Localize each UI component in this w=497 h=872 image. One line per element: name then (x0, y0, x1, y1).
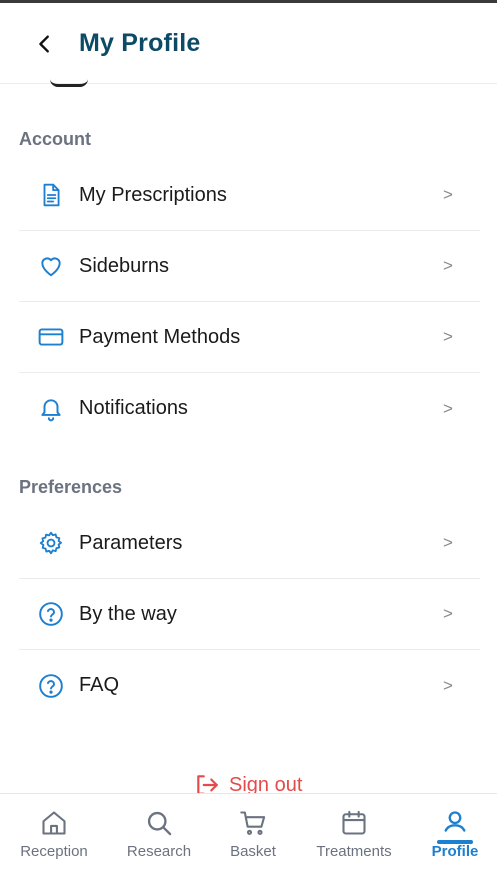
nav-label: Profile (431, 843, 479, 860)
menu-item-label: Parameters (79, 531, 183, 554)
menu-item-label: My Prescriptions (79, 183, 227, 206)
menu-item-faq[interactable]: FAQ > (19, 650, 480, 721)
chevron-left-icon (39, 35, 49, 53)
section-title-account: Account (19, 129, 91, 149)
menu-item-label: Payment Methods (79, 325, 241, 348)
cart-icon (238, 808, 268, 838)
nav-item-basket[interactable]: Basket (203, 794, 303, 872)
back-button[interactable] (28, 27, 62, 61)
nav-label: Treatments (316, 843, 392, 860)
document-icon (37, 181, 65, 209)
menu-item-label: Sideburns (79, 254, 170, 277)
active-tab-indicator (437, 840, 473, 844)
nav-item-research[interactable]: Research (109, 794, 209, 872)
credit-card-icon (37, 323, 65, 351)
page-title: My Profile (79, 29, 201, 57)
app-header: My Profile (0, 3, 497, 84)
home-icon (39, 808, 69, 838)
chevron-right-icon: > (443, 675, 453, 695)
chevron-right-icon: > (443, 398, 453, 418)
avatar (50, 79, 88, 87)
nav-item-profile[interactable]: Profile (405, 794, 497, 872)
chevron-right-icon: > (443, 604, 453, 623)
menu-item-my-prescriptions[interactable]: My Prescriptions > (19, 160, 480, 231)
help-circle-icon (37, 600, 65, 628)
gear-icon (37, 529, 65, 557)
menu-item-label: FAQ (79, 674, 120, 696)
section-title-preferences: Preferences (19, 477, 123, 497)
help-circle-icon (37, 672, 65, 700)
user-icon (440, 808, 470, 838)
menu-item-label: By the way (79, 602, 177, 625)
chevron-right-icon: > (443, 256, 453, 275)
heart-icon (37, 252, 65, 280)
nav-item-reception[interactable]: Reception (4, 794, 104, 872)
menu-item-parameters[interactable]: Parameters > (19, 508, 480, 579)
menu-item-by-the-way[interactable]: By the way > (19, 579, 480, 650)
nav-label: Basket (230, 843, 276, 860)
chevron-right-icon: > (443, 533, 453, 552)
search-icon (144, 808, 174, 838)
chevron-right-icon: > (443, 327, 453, 346)
nav-item-treatments[interactable]: Treatments (304, 794, 404, 872)
menu-item-payment-methods[interactable]: Payment Methods > (19, 302, 480, 373)
nav-label: Reception (20, 843, 88, 860)
menu-item-label: Notifications (79, 397, 188, 419)
bell-icon (37, 395, 65, 423)
chevron-right-icon: > (443, 185, 453, 204)
bottom-nav: Reception Research Basket Treatments Pro… (0, 793, 497, 872)
nav-label: Research (126, 843, 192, 860)
menu-item-sideburns[interactable]: Sideburns > (19, 231, 480, 302)
calendar-icon (339, 808, 369, 838)
menu-item-notifications[interactable]: Notifications > (19, 373, 480, 444)
